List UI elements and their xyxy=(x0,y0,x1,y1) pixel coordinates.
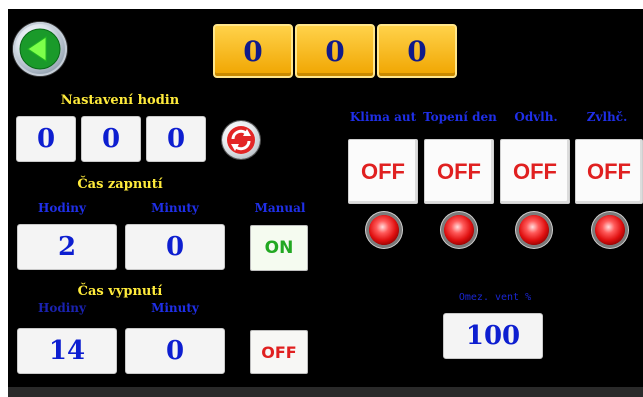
channel-klima-off-button[interactable]: OFF xyxy=(348,139,418,204)
channel-zvlhc-off-button[interactable]: OFF xyxy=(575,139,643,204)
on-hours-field[interactable]: 2 xyxy=(17,224,117,270)
clock-minutes-field[interactable]: 0 xyxy=(81,116,141,162)
indicator-lamp-icon xyxy=(444,215,474,245)
off-time-off-button[interactable]: OFF xyxy=(250,330,308,374)
channel-odvlh-off-button[interactable]: OFF xyxy=(500,139,570,204)
on-time-title: Čas zapnutí xyxy=(77,177,163,192)
off-minutes-label: Minuty xyxy=(151,301,199,315)
off-time-title: Čas vypnutí xyxy=(77,284,163,299)
clock-hours-field[interactable]: 0 xyxy=(16,116,76,162)
channel-label-klima: Klima aut xyxy=(349,110,417,124)
counter-1: 0 xyxy=(213,24,293,78)
counter-2: 0 xyxy=(295,24,375,78)
manual-label: Manual xyxy=(254,201,306,215)
channel-label-zvlhc: Zvlhč. xyxy=(586,110,628,124)
fan-limit-field[interactable]: 100 xyxy=(443,313,543,359)
refresh-button[interactable] xyxy=(222,121,260,159)
off-hours-field[interactable]: 14 xyxy=(17,328,117,374)
indicator-lamp-icon xyxy=(519,215,549,245)
indicator-lamp-icon xyxy=(595,215,625,245)
off-hours-label: Hodiny xyxy=(38,301,86,315)
refresh-icon xyxy=(227,126,255,154)
clock-setting-title: Nastavení hodin xyxy=(60,93,180,108)
bottom-bar xyxy=(8,387,643,397)
off-minutes-field[interactable]: 0 xyxy=(125,328,225,374)
fan-limit-label: Omez. vent % xyxy=(458,292,532,303)
manual-on-button[interactable]: ON xyxy=(250,225,308,271)
channel-label-odvlh: Odvlh. xyxy=(514,110,558,124)
back-button[interactable] xyxy=(13,22,67,76)
hmi-frame: 0 0 0 Nastavení hodin 0 0 0 Čas zapnutí … xyxy=(0,0,643,397)
indicator-lamp-icon xyxy=(369,215,399,245)
channel-label-topeni: Topení den xyxy=(423,110,497,124)
on-minutes-label: Minuty xyxy=(151,201,199,215)
clock-seconds-field[interactable]: 0 xyxy=(146,116,206,162)
counter-3: 0 xyxy=(377,24,457,78)
on-hours-label: Hodiny xyxy=(38,201,86,215)
on-minutes-field[interactable]: 0 xyxy=(125,224,225,270)
back-arrow-icon xyxy=(19,28,61,70)
channel-topeni-off-button[interactable]: OFF xyxy=(424,139,494,204)
